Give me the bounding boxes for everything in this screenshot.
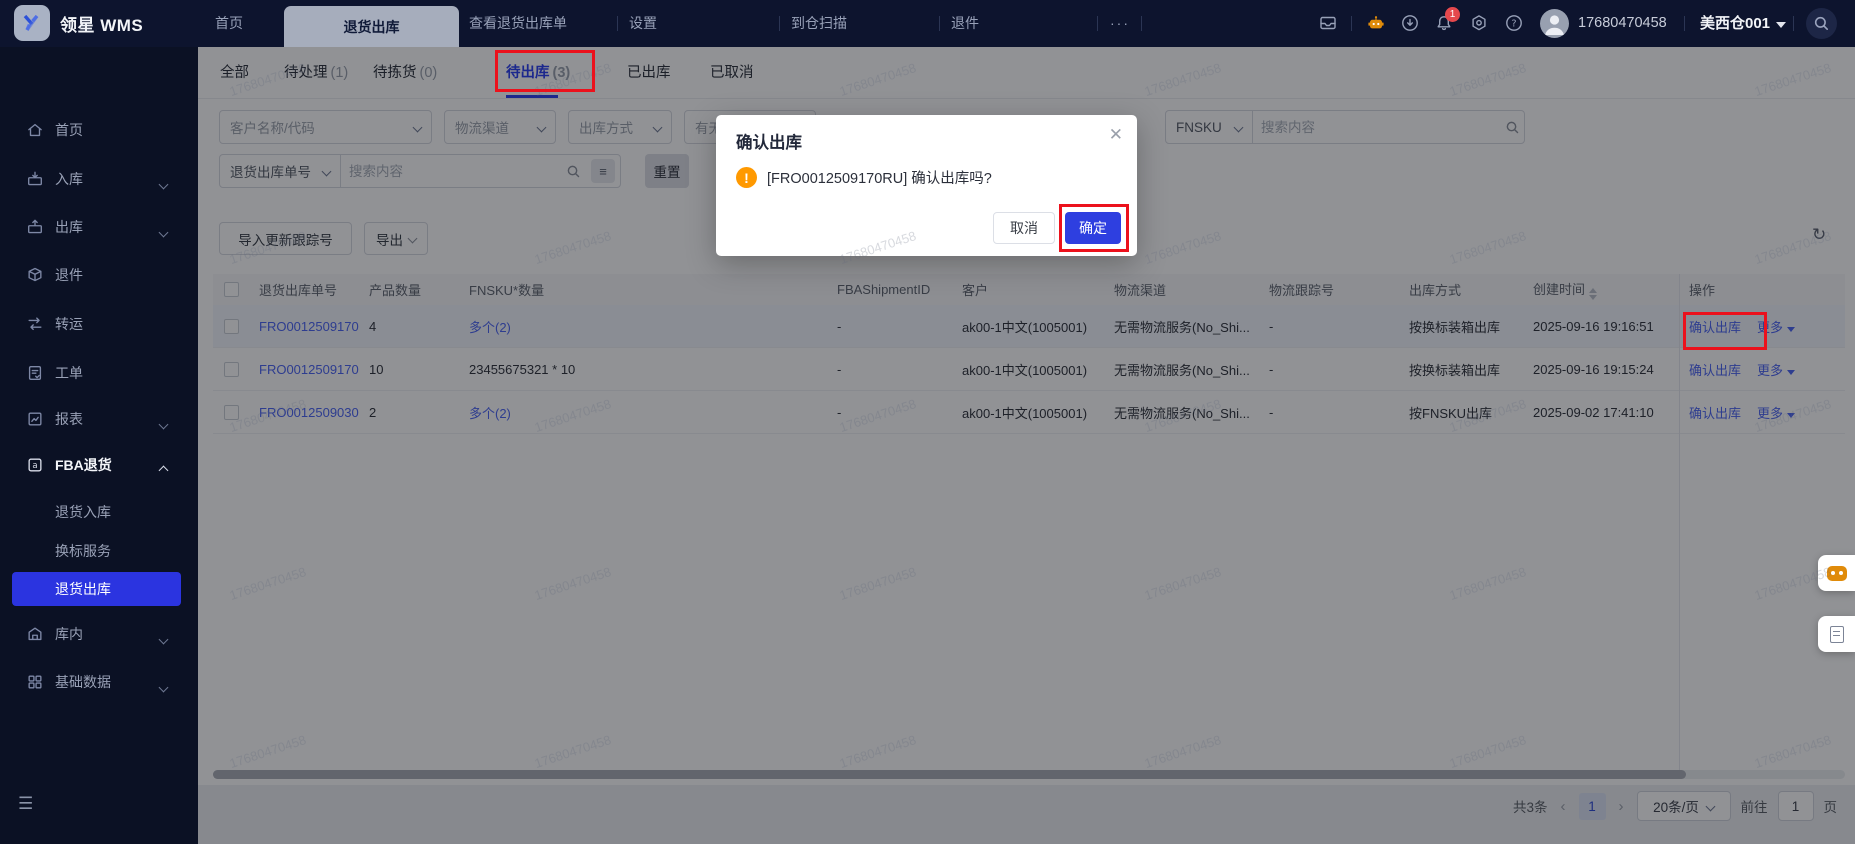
app-logo-icon: [14, 5, 50, 41]
topnav-view-orders[interactable]: 查看退货出库单: [469, 0, 567, 47]
user-phone[interactable]: 17680470458: [1578, 0, 1667, 47]
fba-icon: a: [26, 456, 44, 474]
topnav-separator: [1351, 16, 1352, 31]
sidebar-subitem-label: 退货入库: [55, 504, 111, 520]
sidebar-item-base-data[interactable]: 基础数据: [0, 665, 198, 699]
topbar: 领星 WMS 首页 退货出库 查看退货出库单 设置 到仓扫描 退件 ··· 1 …: [0, 0, 1855, 47]
topnav-separator: [617, 16, 618, 31]
user-avatar[interactable]: [1540, 9, 1569, 38]
assistant-robot-button[interactable]: [1818, 555, 1855, 591]
warning-icon: !: [736, 167, 757, 188]
outbound-box-icon: [26, 218, 44, 236]
topnav-active-tab[interactable]: 退货出库: [284, 6, 459, 47]
warehouse-selector[interactable]: 美西仓001: [1700, 0, 1787, 47]
topnav-separator: [1141, 16, 1142, 31]
sidebar: 首页 入库 出库 退件 转运 工单 报表 a FBA退货 退货入库 换标服务 退…: [0, 47, 198, 844]
warehouse-name: 美西仓001: [1700, 15, 1771, 32]
topnav-returns[interactable]: 退件: [951, 0, 979, 47]
notifications-bell-icon[interactable]: 1: [1434, 7, 1460, 33]
sidebar-item-home[interactable]: 首页: [0, 113, 198, 147]
global-search-button[interactable]: [1806, 8, 1837, 39]
grid-data-icon: [26, 673, 44, 691]
topnav-more[interactable]: ···: [1110, 0, 1130, 47]
sidebar-subitem-label: 换标服务: [55, 543, 111, 559]
sidebar-subitem-return-outbound[interactable]: 退货出库: [12, 572, 181, 606]
sidebar-subitem-label: 退货出库: [55, 581, 111, 597]
sidebar-subitem-relabel-service[interactable]: 换标服务: [12, 534, 181, 568]
sidebar-item-inbound[interactable]: 入库: [0, 162, 198, 196]
report-chart-icon: [26, 410, 44, 428]
sidebar-subitem-return-inbound[interactable]: 退货入库: [12, 495, 181, 529]
topnav-separator: [779, 16, 780, 31]
chevron-down-icon: [158, 682, 169, 693]
topnav-separator: [1097, 16, 1098, 31]
transfer-arrows-icon: [26, 315, 44, 333]
sidebar-item-label: FBA退货: [55, 457, 112, 473]
return-package-icon: [26, 266, 44, 284]
chevron-down-icon: [158, 419, 169, 430]
inbound-box-icon: [26, 170, 44, 188]
app-logo: 领星 WMS: [14, 5, 143, 41]
sidebar-item-label: 入库: [55, 171, 83, 187]
svg-text:a: a: [32, 461, 37, 471]
topnav-separator: [1684, 16, 1685, 31]
modal-message: [FRO0012509170RU] 确认出库吗?: [767, 171, 992, 187]
close-icon[interactable]: ✕: [1109, 125, 1123, 145]
svg-text:?: ?: [1511, 18, 1516, 29]
cancel-button[interactable]: 取消: [993, 212, 1055, 244]
warehouse-icon: [26, 625, 44, 643]
sidebar-item-label: 基础数据: [55, 674, 111, 690]
sidebar-item-label: 出库: [55, 219, 83, 235]
sidebar-item-returns[interactable]: 退件: [0, 258, 198, 292]
notification-badge: 1: [1445, 7, 1460, 22]
robot-icon: [1826, 565, 1847, 581]
topnav-arrival-scan[interactable]: 到仓扫描: [791, 0, 847, 47]
topnav-active-tab-label: 退货出库: [343, 18, 400, 35]
sidebar-item-label: 转运: [55, 316, 83, 332]
settings-gear-icon[interactable]: [1469, 13, 1489, 33]
topnav-separator: [939, 16, 940, 31]
app-title: 领星 WMS: [60, 15, 144, 35]
chevron-down-icon: [158, 227, 169, 238]
sidebar-item-warehouse-ops[interactable]: 库内: [0, 617, 198, 651]
feedback-doc-button[interactable]: [1818, 616, 1855, 652]
sidebar-item-reports[interactable]: 报表: [0, 402, 198, 436]
sidebar-item-label: 首页: [55, 122, 83, 138]
robot-assistant-icon[interactable]: [1366, 13, 1386, 33]
modal-title: 确认出库: [736, 134, 802, 152]
inbox-icon[interactable]: [1318, 13, 1338, 33]
chevron-down-icon: [158, 634, 169, 645]
topnav-separator: [1793, 16, 1794, 31]
help-icon[interactable]: ?: [1504, 13, 1524, 33]
chevron-up-icon: [158, 465, 169, 476]
sidebar-item-outbound[interactable]: 出库: [0, 210, 198, 244]
collapse-sidebar-icon[interactable]: ☰: [18, 794, 33, 814]
sidebar-item-label: 库内: [55, 626, 83, 642]
topnav-settings[interactable]: 设置: [629, 0, 657, 47]
confirm-outbound-modal: 确认出库 ✕ ! [FRO0012509170RU] 确认出库吗? 取消 确定: [716, 115, 1137, 256]
chevron-down-icon: [158, 179, 169, 190]
download-center-icon[interactable]: [1400, 13, 1420, 33]
caret-down-icon: [1776, 22, 1787, 28]
work-order-icon: [26, 364, 44, 382]
topnav-home[interactable]: 首页: [215, 0, 243, 47]
sidebar-item-fba-returns[interactable]: a FBA退货: [0, 448, 198, 482]
ok-button[interactable]: 确定: [1065, 212, 1121, 244]
sidebar-item-workorder[interactable]: 工单: [0, 356, 198, 390]
sidebar-item-label: 工单: [55, 365, 83, 381]
home-icon: [26, 121, 44, 139]
sidebar-item-label: 报表: [55, 411, 83, 427]
document-icon: [1829, 625, 1844, 643]
sidebar-item-label: 退件: [55, 267, 83, 283]
sidebar-item-transfer[interactable]: 转运: [0, 307, 198, 341]
